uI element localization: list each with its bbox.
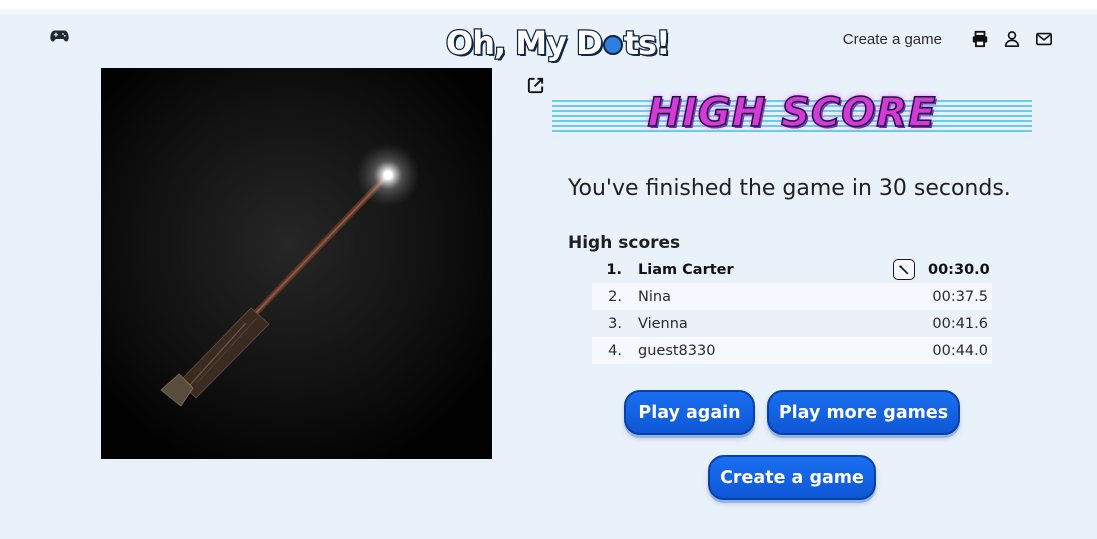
create-game-button[interactable]: Create a game: [708, 455, 876, 500]
score-rank: 2.: [608, 288, 622, 305]
site-logo[interactable]: Oh, My D ts!: [445, 23, 672, 64]
score-name: guest8330: [638, 342, 716, 359]
score-name: Nina: [638, 288, 671, 305]
score-name: Vienna: [638, 315, 688, 332]
score-time: 00:44.0: [932, 342, 988, 359]
user-icon[interactable]: [1003, 30, 1021, 48]
score-row: 3. Vienna 00:41.6: [592, 310, 992, 337]
finish-message: You've finished the game in 30 seconds.: [568, 176, 1011, 201]
high-scores-heading: High scores: [568, 233, 681, 253]
score-row: 1. Liam Carter 00:30.0: [592, 256, 992, 283]
score-row: 4. guest8330 00:44.0: [592, 337, 992, 364]
score-row: 2. Nina 00:37.5: [592, 283, 992, 310]
play-again-button[interactable]: Play again: [624, 390, 755, 435]
score-time: 00:37.5: [932, 288, 988, 305]
external-link-icon[interactable]: [526, 76, 545, 95]
top-nav: Create a game: [843, 30, 1053, 48]
score-rank: 4.: [608, 342, 622, 359]
score-rank: 1.: [606, 261, 622, 278]
logo-text-start: Oh, My D: [445, 23, 604, 64]
print-icon[interactable]: [971, 30, 989, 48]
magic-wand-image: [160, 143, 420, 407]
logo-text-end: ts!: [622, 23, 671, 64]
play-more-games-button[interactable]: Play more games: [767, 390, 960, 435]
score-time: 00:41.6: [932, 315, 988, 332]
logo-dot-icon: [602, 24, 624, 62]
gamepad-icon[interactable]: [50, 28, 69, 44]
score-time: 00:30.0: [928, 261, 990, 278]
high-scores-table: 1. Liam Carter 00:30.0 2. Nina 00:37.5 3…: [592, 256, 992, 364]
high-score-banner: HIGH SCORE: [552, 89, 1032, 137]
score-name: Liam Carter: [638, 261, 734, 278]
browser-top-strip: [0, 0, 1097, 15]
banner-title: HIGH SCORE: [647, 89, 937, 137]
nav-create-game-link[interactable]: Create a game: [843, 31, 942, 48]
wand-icon: [893, 259, 915, 280]
score-rank: 3.: [608, 315, 622, 332]
mail-icon[interactable]: [1035, 30, 1053, 48]
game-image-panel: [101, 68, 492, 459]
